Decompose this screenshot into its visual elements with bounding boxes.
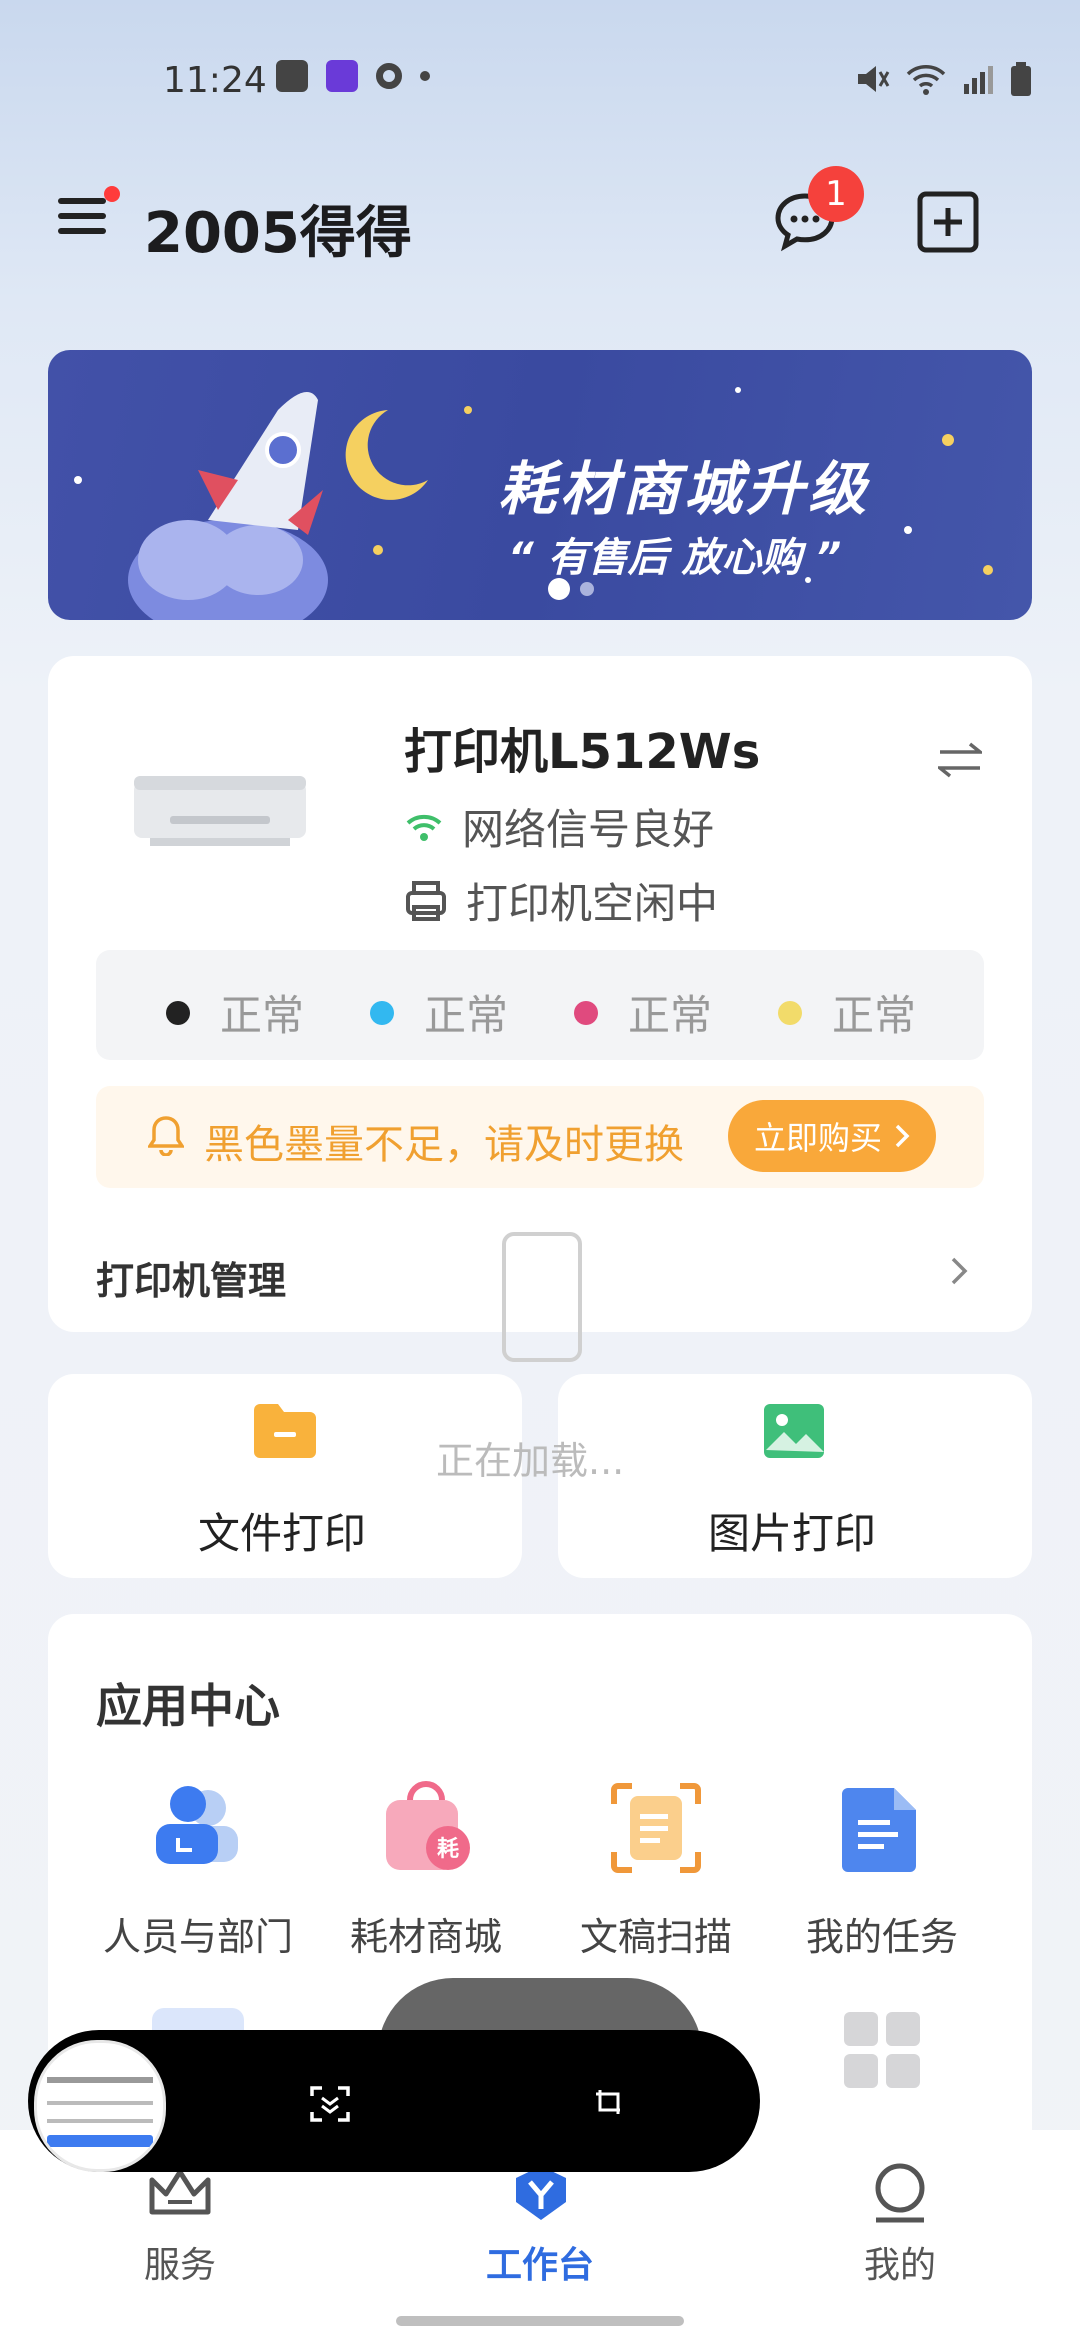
carousel-dot-active[interactable] <box>548 578 570 600</box>
chevron-right-icon <box>895 1124 910 1148</box>
image-icon <box>764 1404 824 1458</box>
task-icon <box>842 1788 916 1872</box>
buy-now-label: 立即购买 <box>753 1119 882 1157</box>
scroll-capture-icon[interactable] <box>308 2084 352 2124</box>
carousel-dot[interactable] <box>580 582 594 596</box>
more-apps-icon[interactable] <box>842 2010 922 2090</box>
printer-management-link[interactable]: 打印机管理 <box>96 1250 286 1305</box>
printer-state-text: 打印机空闲中 <box>466 879 719 928</box>
profile-icon[interactable] <box>872 2162 928 2226</box>
people-icon <box>156 1786 238 1864</box>
wifi-signal-icon <box>406 814 442 841</box>
nav-workbench[interactable]: 工作台 <box>460 2236 620 2288</box>
add-icon[interactable] <box>916 190 980 258</box>
app-label-scan: 文稿扫描 <box>579 1915 732 1959</box>
network-status-text: 网络信号良好 <box>462 805 715 854</box>
ink-magenta: 正常 <box>574 982 712 1043</box>
workbench-icon[interactable] <box>512 2164 570 2222</box>
ink-black: 正常 <box>166 982 304 1043</box>
ink-yellow-label: 正常 <box>832 991 917 1040</box>
crown-service-icon[interactable] <box>148 2168 212 2220</box>
chevron-right-icon[interactable] <box>950 1256 968 1286</box>
menu-icon[interactable] <box>58 198 110 238</box>
phone-loading-icon <box>502 1232 582 1362</box>
ink-black-dot <box>166 1000 190 1025</box>
ink-yellow-dot <box>778 1000 802 1025</box>
printer-state: 打印机空闲中 <box>404 870 718 931</box>
screenshot-thumbnail[interactable] <box>34 2040 166 2172</box>
ink-warning-text: 黑色墨量不足，请及时更换 <box>204 1122 684 1168</box>
app-label-people: 人员与部门 <box>102 1915 293 1959</box>
app-notify-icon <box>326 60 358 92</box>
more-dot-icon <box>420 71 430 81</box>
ink-cyan: 正常 <box>370 982 508 1043</box>
app-label-store: 耗材商城 <box>349 1915 502 1959</box>
switch-printer-icon[interactable] <box>938 740 982 780</box>
battery-icon <box>1011 62 1031 96</box>
app-document-scan[interactable] <box>610 1782 702 1878</box>
promo-banner[interactable]: 耗材商城升级 “ 有售后 放心购 ” <box>48 350 1032 620</box>
app-center-title: 应用中心 <box>96 1679 280 1733</box>
gallery-icon <box>276 60 308 92</box>
ink-cyan-label: 正常 <box>424 991 509 1040</box>
ink-yellow: 正常 <box>778 982 916 1043</box>
home-indicator[interactable] <box>396 2316 684 2326</box>
signal-icon <box>964 66 993 94</box>
nav-mine[interactable]: 我的 <box>820 2236 980 2288</box>
app-people-departments[interactable] <box>150 1780 240 1880</box>
app-supplies-store[interactable]: 耗 <box>380 1780 472 1880</box>
printer-name: 打印机L512Ws <box>404 724 761 780</box>
network-status: 网络信号良好 <box>404 796 714 857</box>
ink-magenta-label: 正常 <box>628 991 713 1040</box>
svg-text:耗: 耗 <box>437 1836 459 1862</box>
image-print-label: 图片打印 <box>708 1509 877 1558</box>
workspace-title[interactable]: 2005得得 <box>144 188 412 269</box>
file-print-label: 文件打印 <box>198 1509 367 1558</box>
printer-image <box>134 776 306 846</box>
message-badge: 1 <box>808 166 864 222</box>
loading-text: 正在加载... <box>436 1439 625 1483</box>
edit-screenshot-icon[interactable] <box>594 2086 626 2118</box>
scan-icon <box>611 1783 701 1873</box>
nav-service[interactable]: 服务 <box>100 2236 260 2288</box>
system-status-icons <box>854 62 1032 96</box>
app-partial-icon <box>152 2008 244 2032</box>
folder-icon <box>254 1404 316 1458</box>
record-icon <box>376 63 402 89</box>
app-my-tasks[interactable] <box>840 1782 920 1878</box>
wifi-icon <box>906 65 946 95</box>
ink-black-label: 正常 <box>220 991 305 1040</box>
banner-title: 耗材商城升级 <box>498 455 871 523</box>
printer-state-icon <box>406 880 446 921</box>
app-label-tasks: 我的任务 <box>805 1915 958 1959</box>
ink-cyan-dot <box>370 1000 394 1025</box>
ink-magenta-dot <box>574 1000 598 1025</box>
mute-icon <box>858 66 890 92</box>
banner-subtitle: “ 有售后 放心购 ” <box>508 535 842 581</box>
bell-icon <box>148 1116 184 1156</box>
buy-now-button[interactable]: 立即购买 <box>728 1100 936 1172</box>
status-notification-icons <box>276 60 430 92</box>
status-time: 11:24 <box>163 60 267 101</box>
shop-bag-icon: 耗 <box>386 1781 470 1870</box>
menu-notification-dot <box>104 186 120 202</box>
